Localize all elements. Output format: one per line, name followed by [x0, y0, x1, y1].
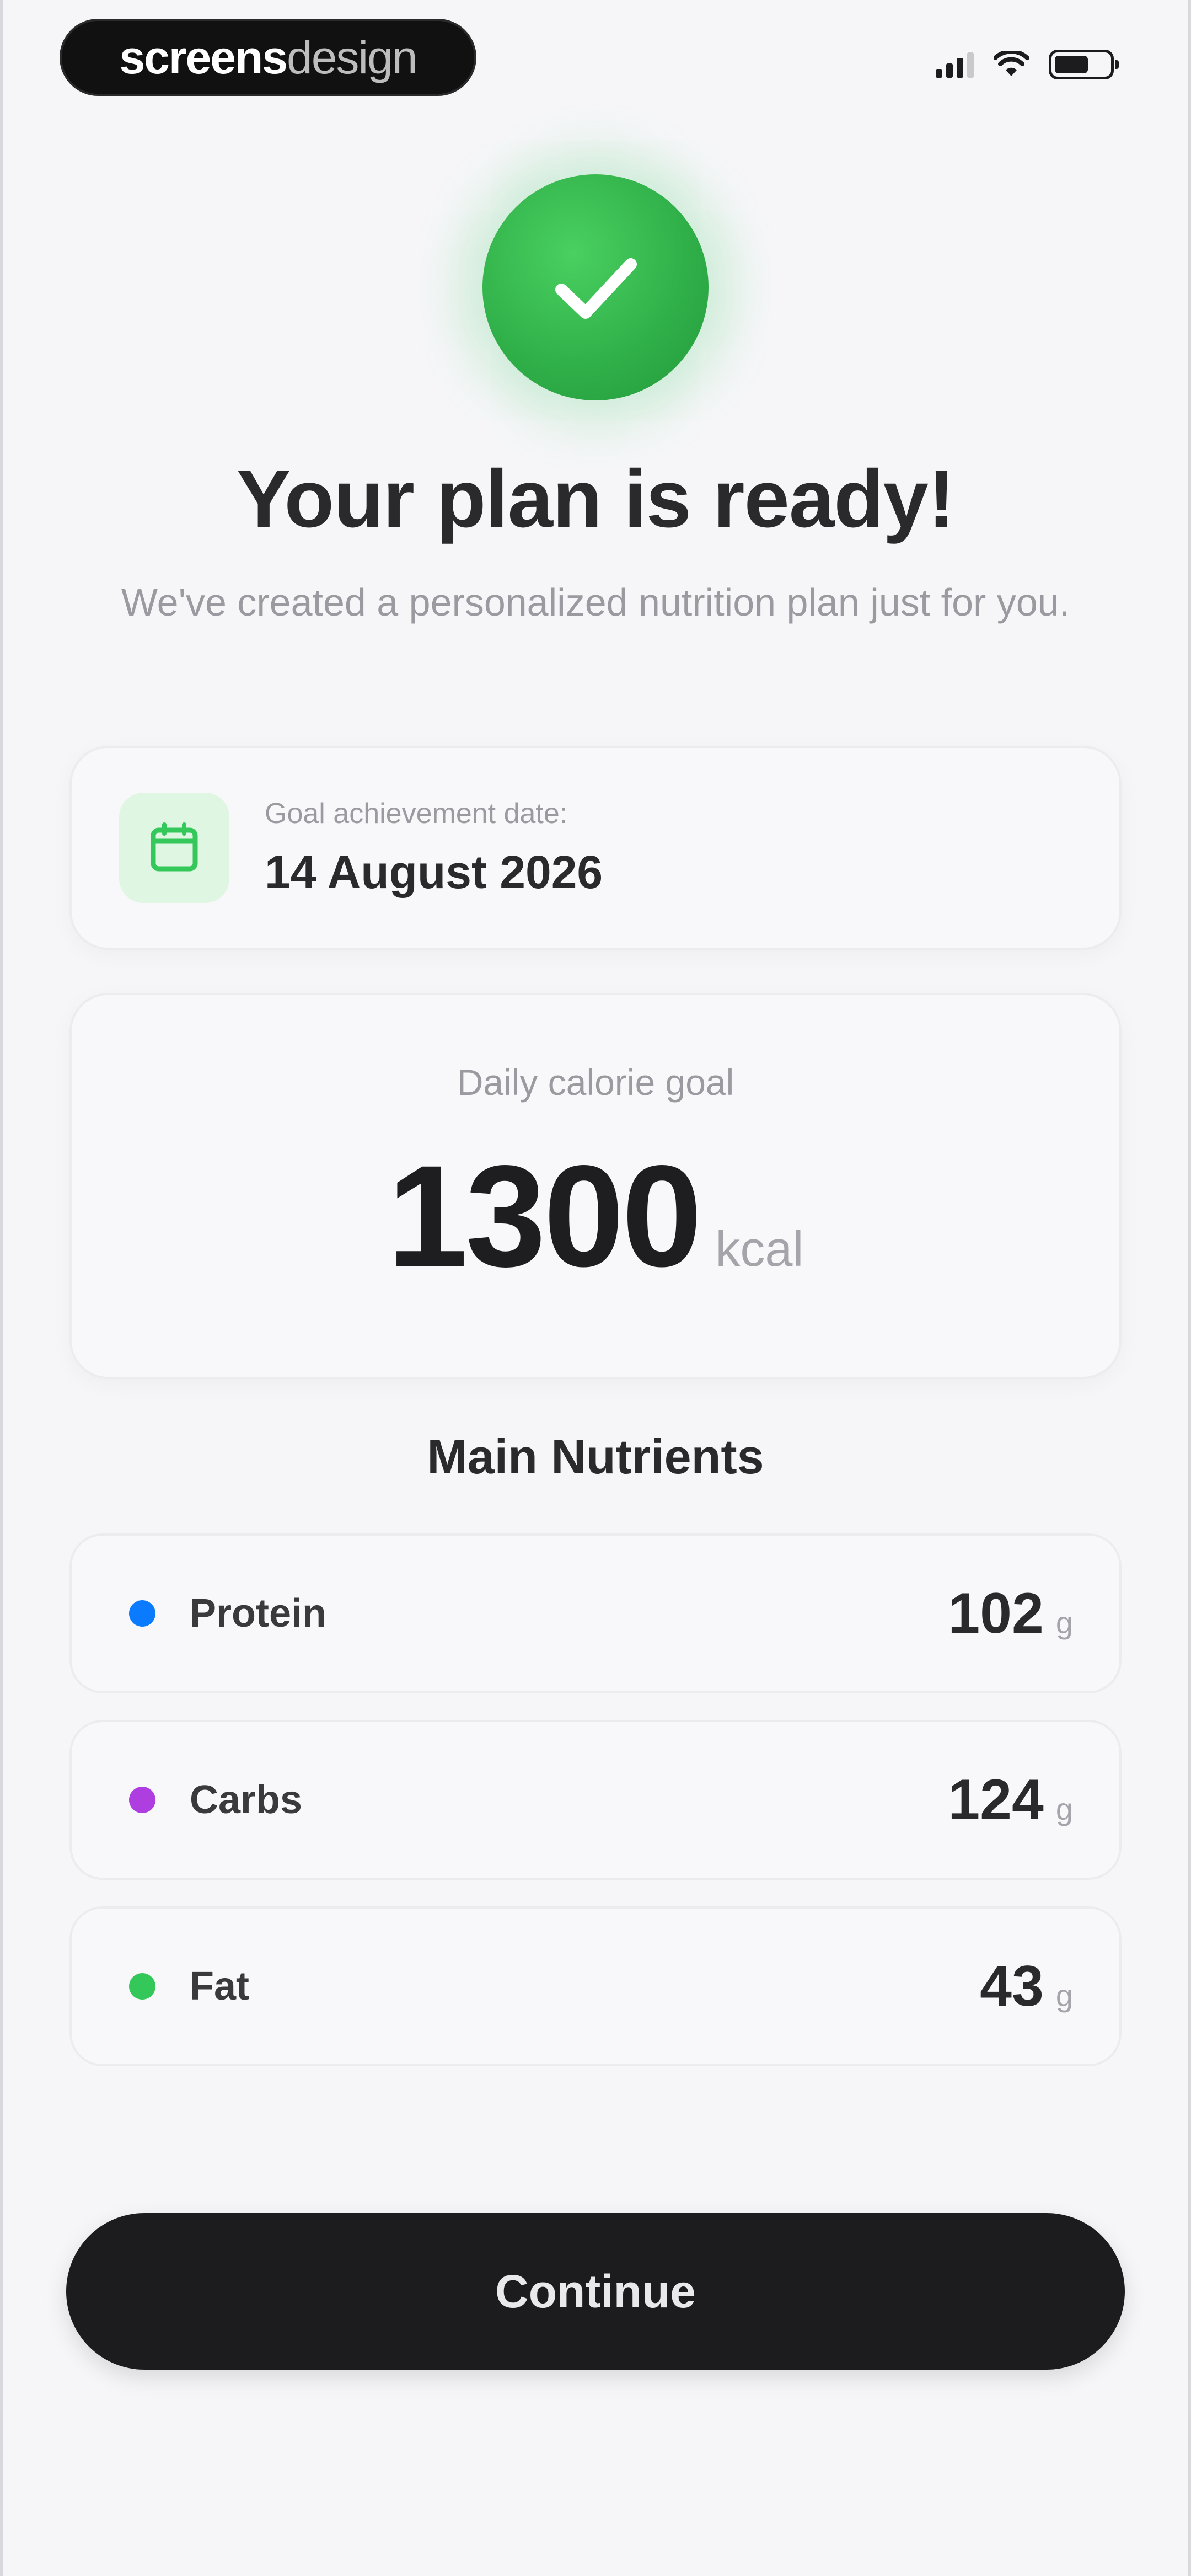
success-badge — [482, 174, 709, 400]
nutrient-unit: g — [1055, 1978, 1073, 2013]
continue-label: Continue — [495, 2265, 696, 2317]
goal-text: Goal achievement date: 14 August 2026 — [265, 797, 603, 899]
brand-logo: screensdesign — [60, 19, 476, 96]
status-icons — [936, 50, 1119, 79]
fat-dot-icon — [129, 1973, 155, 2000]
brand-wordmark: screensdesign — [119, 31, 418, 84]
nutrient-value: 43 — [980, 1954, 1044, 2018]
device-frame-left — [0, 0, 3, 2576]
nutrient-value: 102 — [948, 1581, 1044, 1645]
goal-date: 14 August 2026 — [265, 846, 603, 898]
protein-dot-icon — [129, 1600, 155, 1627]
nutrient-row-protein: Protein 102 g — [69, 1533, 1122, 1693]
nutrient-row-fat: Fat 43 g — [69, 1906, 1122, 2066]
checkmark-icon — [555, 258, 637, 319]
calorie-goal-card: Daily calorie goal 1300 kcal — [69, 993, 1122, 1379]
nutrients-title: Main Nutrients — [427, 1429, 764, 1484]
goal-date-card: Goal achievement date: 14 August 2026 — [69, 746, 1122, 950]
wifi-icon — [994, 51, 1029, 76]
brand-wordmark-light: design — [287, 31, 418, 83]
cellular-signal-icon — [936, 51, 974, 78]
calorie-label: Daily calorie goal — [457, 1062, 734, 1103]
battery-icon — [1049, 50, 1119, 79]
calorie-value-row: 1300 kcal — [72, 1144, 1119, 1289]
nutrient-name: Carbs — [190, 1778, 303, 1822]
page-title: Your plan is ready! — [236, 453, 955, 544]
calorie-value: 1300 — [387, 1135, 702, 1297]
goal-label: Goal achievement date: — [265, 797, 568, 830]
nutrient-name: Protein — [190, 1591, 327, 1636]
status-bar: screensdesign — [0, 0, 1191, 110]
nutrient-unit: g — [1055, 1791, 1073, 1826]
page-subtitle: We've created a personalized nutrition p… — [121, 581, 1070, 624]
calorie-unit: kcal — [715, 1222, 804, 1277]
brand-wordmark-strong: screens — [119, 31, 288, 83]
calendar-badge — [119, 793, 229, 903]
continue-button[interactable]: Continue — [66, 2213, 1125, 2370]
nutrient-unit: g — [1055, 1605, 1073, 1640]
nutrient-value: 124 — [948, 1767, 1044, 1832]
nutrient-row-carbs: Carbs 124 g — [69, 1720, 1122, 1880]
carbs-dot-icon — [129, 1787, 155, 1813]
device-frame-right — [1188, 0, 1191, 2576]
calendar-icon — [151, 822, 198, 872]
nutrient-name: Fat — [190, 1964, 249, 2008]
